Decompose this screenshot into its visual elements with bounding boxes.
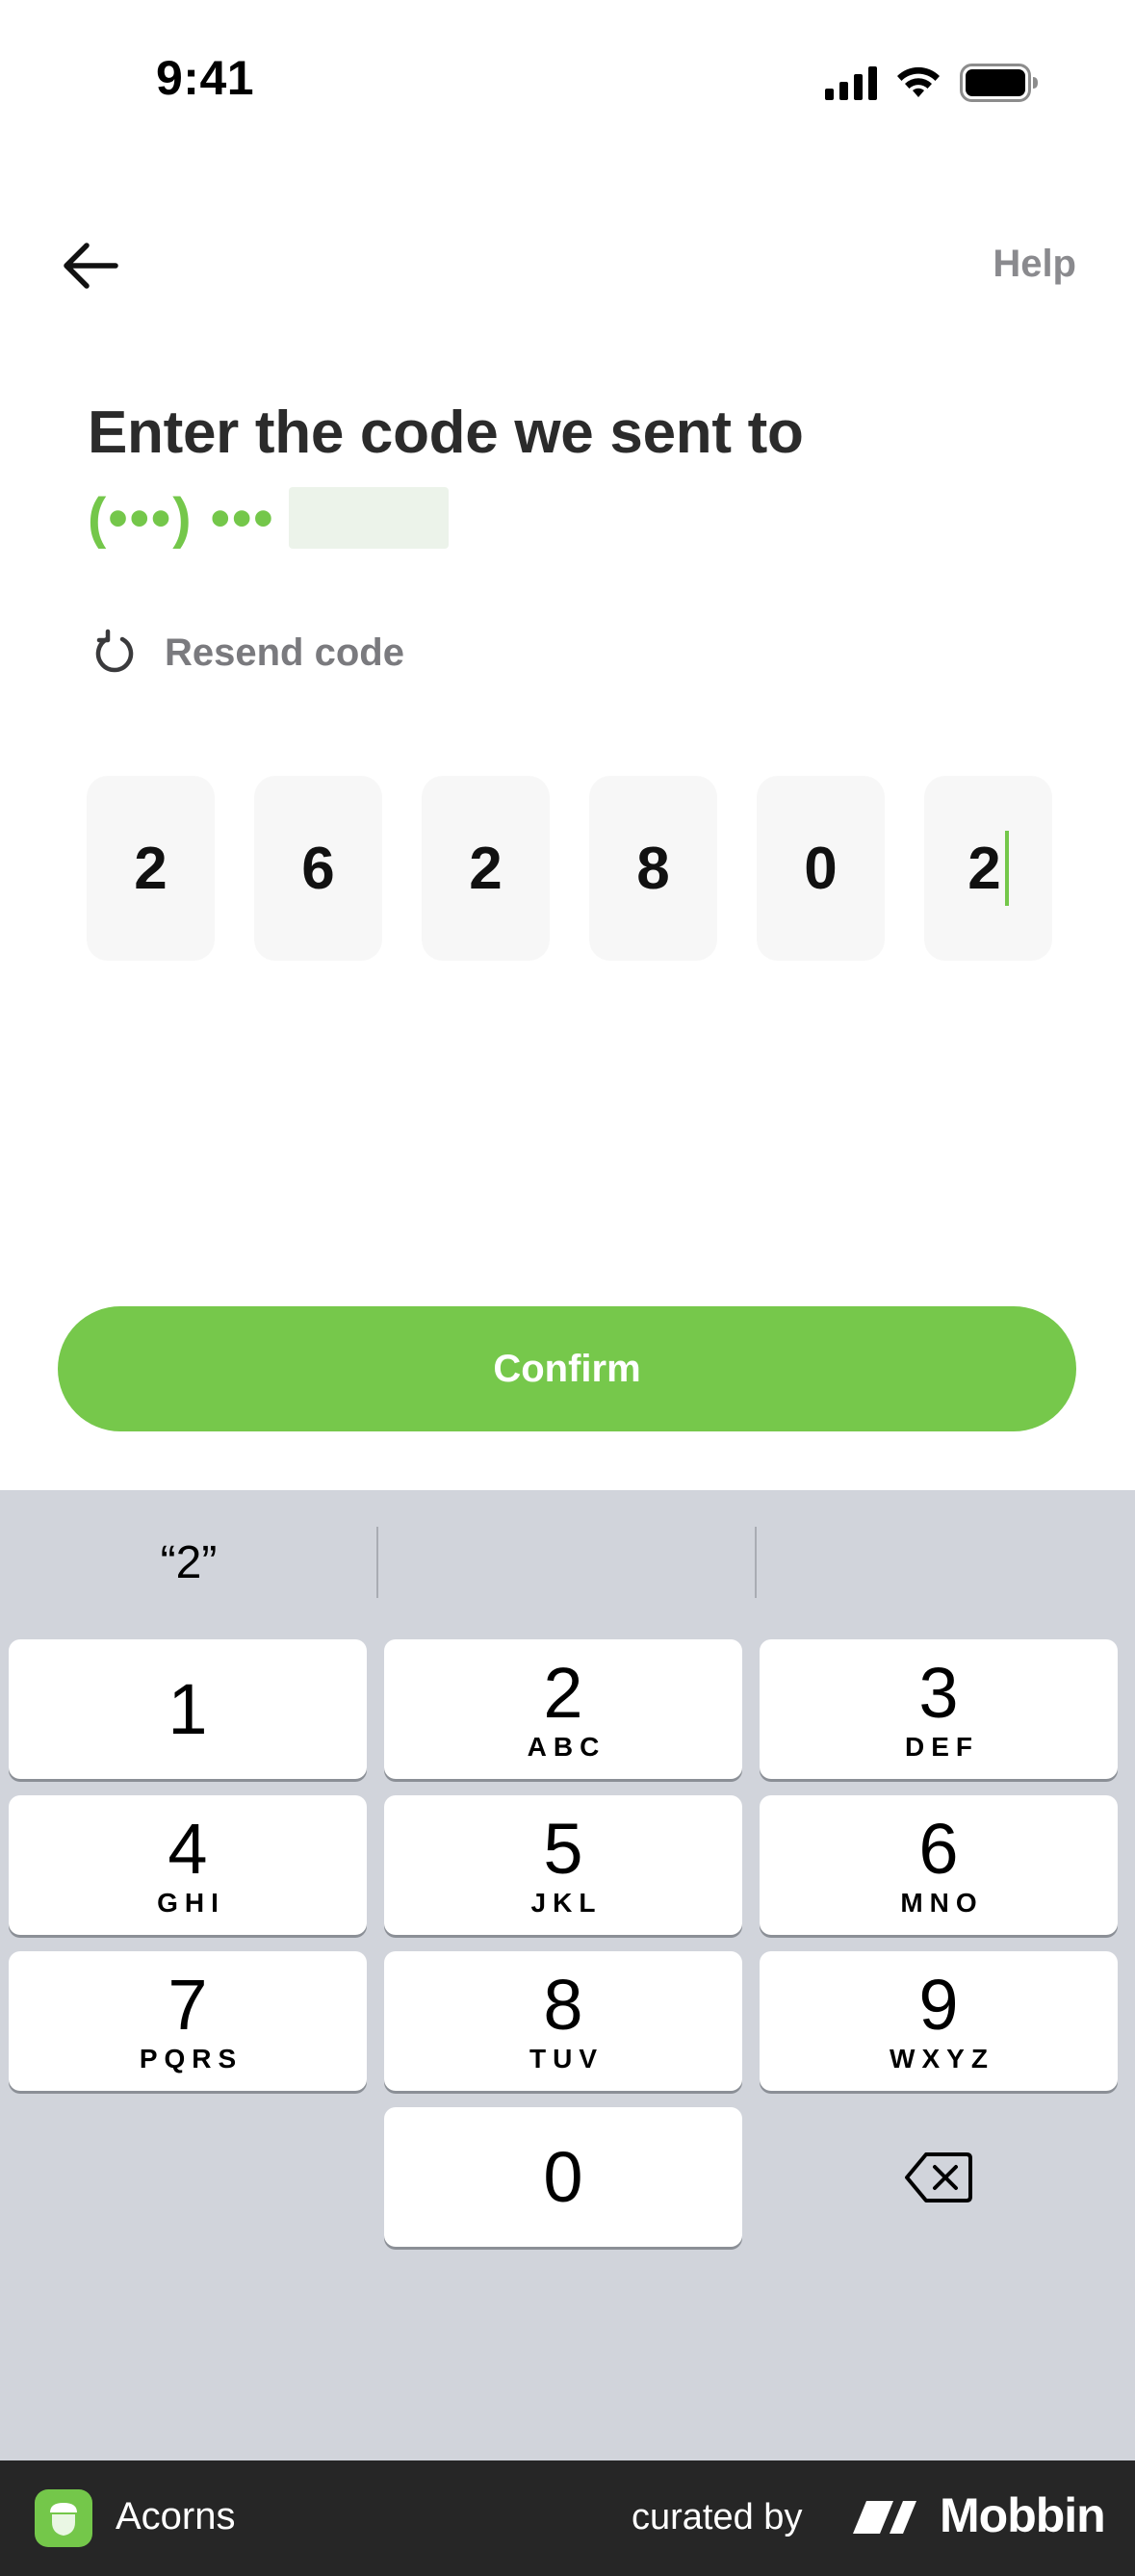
key-0[interactable]: 0 <box>384 2107 742 2247</box>
cellular-signal-icon <box>825 65 877 100</box>
key-number: 2 <box>543 1652 583 1733</box>
key-number: 4 <box>168 1808 208 1889</box>
code-input-group: 2 6 2 8 0 2 <box>87 776 1052 961</box>
key-letters: JKL <box>530 1887 603 1918</box>
key-number: 3 <box>918 1652 959 1733</box>
key-letters: GHI <box>157 1887 225 1918</box>
app-name: Acorns <box>116 2495 236 2537</box>
suggestion-divider <box>376 1527 378 1598</box>
arrow-left-icon <box>64 243 118 289</box>
status-time: 9:41 <box>156 51 255 105</box>
code-digit-box-active[interactable]: 2 <box>924 776 1052 961</box>
key-letters: WXYZ <box>890 2043 994 2074</box>
key-letters: TUV <box>529 2043 604 2074</box>
status-icons <box>825 64 1039 102</box>
key-7[interactable]: 7 PQRS <box>9 1951 367 2091</box>
footer-bar: Acorns curated by Mobbin <box>0 2460 1135 2576</box>
phone-number: (•••) ••• <box>88 484 449 552</box>
battery-icon <box>960 64 1038 102</box>
key-number: 8 <box>543 1964 583 2045</box>
backspace-icon <box>905 2151 972 2202</box>
code-digit-box[interactable]: 2 <box>87 776 215 961</box>
suggestion-divider <box>755 1527 757 1598</box>
code-digit: 0 <box>804 835 838 902</box>
numeric-keyboard: “2” 1 2 ABC 3 DEF 4 GHI 5 JKL 6 MNO 7 PQ… <box>0 1490 1135 2460</box>
code-digit-box[interactable]: 0 <box>757 776 885 961</box>
code-digit: 6 <box>301 835 335 902</box>
code-digit: 8 <box>636 835 670 902</box>
key-number: 6 <box>918 1808 959 1889</box>
key-3[interactable]: 3 DEF <box>760 1639 1118 1779</box>
mobbin-logo-icon <box>853 2501 916 2534</box>
key-9[interactable]: 9 WXYZ <box>760 1951 1118 2091</box>
phone-number-redacted <box>288 487 449 549</box>
status-bar: 9:41 <box>0 0 1135 164</box>
key-letters: MNO <box>900 1887 984 1918</box>
key-number: 7 <box>168 1964 208 2045</box>
key-5[interactable]: 5 JKL <box>384 1795 742 1935</box>
key-letters: ABC <box>527 1731 606 1762</box>
refresh-icon <box>95 629 134 673</box>
key-number: 1 <box>168 1668 208 1749</box>
key-letters: DEF <box>905 1731 979 1762</box>
key-6[interactable]: 6 MNO <box>760 1795 1118 1935</box>
key-2[interactable]: 2 ABC <box>384 1639 742 1779</box>
code-digit-box[interactable]: 2 <box>422 776 550 961</box>
resend-code-label: Resend code <box>165 631 404 674</box>
key-number: 5 <box>543 1808 583 1889</box>
key-number: 9 <box>918 1964 959 2045</box>
code-digit-box[interactable]: 8 <box>589 776 717 961</box>
key-1[interactable]: 1 <box>9 1639 367 1779</box>
text-cursor <box>1004 831 1009 906</box>
back-button[interactable] <box>60 237 123 295</box>
wifi-icon <box>897 66 940 97</box>
acorns-logo-icon <box>35 2489 92 2547</box>
code-digit: 2 <box>967 835 1001 902</box>
key-4[interactable]: 4 GHI <box>9 1795 367 1935</box>
code-digit-box[interactable]: 6 <box>254 776 382 961</box>
page-title: Enter the code we sent to <box>88 399 804 466</box>
phone-number-masked: (•••) ••• <box>88 486 275 550</box>
code-digit: 2 <box>469 835 503 902</box>
suggestion-item[interactable]: “2” <box>0 1490 377 1635</box>
resend-code-button[interactable]: Resend code <box>88 626 404 680</box>
code-digit: 2 <box>134 835 168 902</box>
key-letters: PQRS <box>139 2043 244 2074</box>
help-link[interactable]: Help <box>993 243 1076 286</box>
mobbin-brand: Mobbin <box>940 2488 1106 2542</box>
suggestion-bar: “2” <box>0 1490 1135 1635</box>
confirm-button[interactable]: Confirm <box>58 1306 1076 1431</box>
key-8[interactable]: 8 TUV <box>384 1951 742 2091</box>
delete-key[interactable] <box>760 2107 1118 2247</box>
key-number: 0 <box>543 2136 583 2217</box>
curated-by-label: curated by <box>632 2497 803 2537</box>
